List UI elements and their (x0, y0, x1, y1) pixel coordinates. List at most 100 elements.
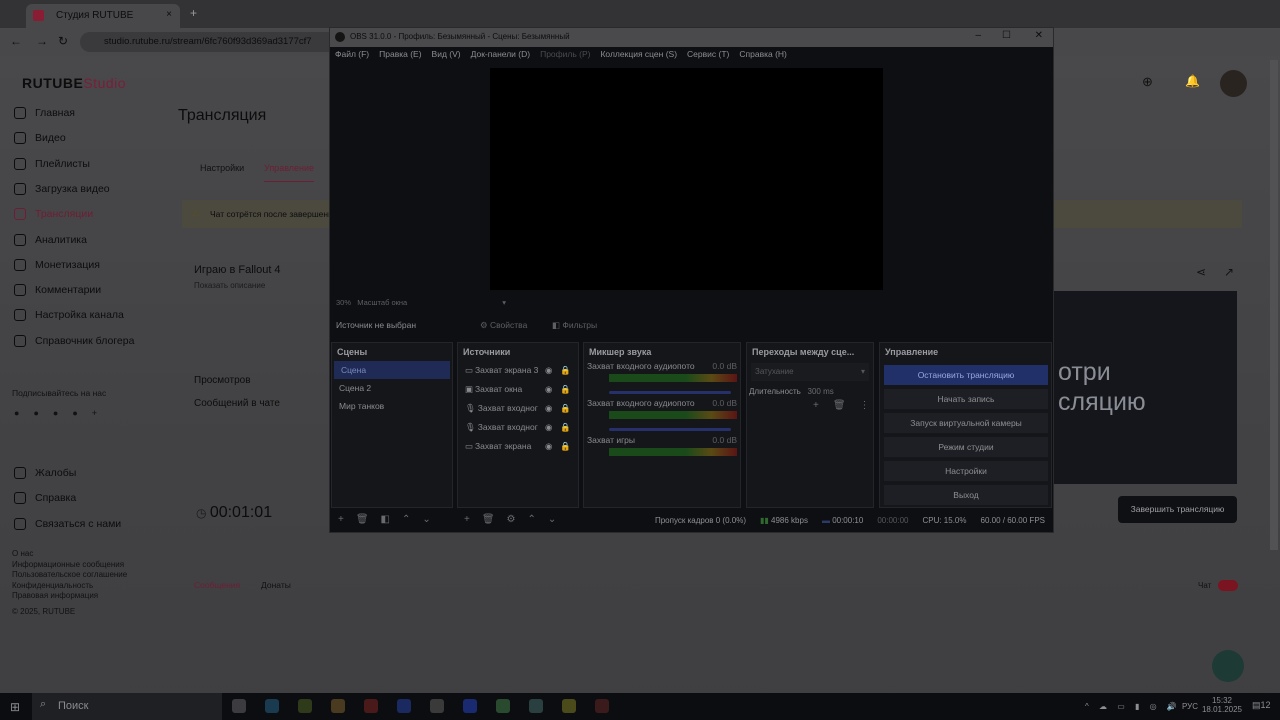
taskbar-app-icon[interactable] (562, 699, 576, 713)
open-external-icon[interactable]: ↗ (1224, 265, 1234, 279)
start-icon[interactable]: ⊞ (10, 700, 20, 714)
taskbar-app-icon[interactable] (595, 699, 609, 713)
bottom-nav-item[interactable]: Жалобы (14, 467, 76, 479)
footer-link[interactable]: Пользовательское соглашение (12, 570, 127, 579)
browser-tab[interactable]: Студия RUTUBE × (26, 4, 180, 28)
taskbar-app-icon[interactable] (397, 699, 411, 713)
source-item[interactable]: ▭ Захват экрана 3 ◉ 🔒 (458, 361, 578, 380)
eye-icon[interactable]: ◉ (545, 422, 552, 433)
eye-icon[interactable]: ◉ (545, 403, 552, 414)
sidebar-item[interactable]: Главная (14, 107, 75, 119)
scene-item[interactable]: Сцена (334, 361, 450, 379)
source-item[interactable]: 🎙 Захват входног ◉ 🔒 (458, 418, 578, 437)
taskbar-app-icon[interactable] (430, 699, 444, 713)
avatar[interactable] (1220, 70, 1247, 97)
social-tg-icon[interactable]: ● (53, 408, 58, 418)
url-input[interactable]: studio.rutube.ru/stream/6fc760f93d369ad3… (80, 32, 340, 52)
exit-button[interactable]: Выход (884, 485, 1048, 505)
share-icon[interactable]: ⋖ (1196, 265, 1206, 279)
obs-menu-item[interactable]: Сервис (T) (687, 49, 729, 63)
taskbar-search[interactable]: ⌕ Поиск (32, 693, 222, 720)
lock-icon[interactable]: 🔒 (560, 403, 571, 414)
volume-slider[interactable] (609, 428, 731, 431)
sidebar-item[interactable]: Загрузка видео (14, 182, 110, 195)
footer-link[interactable]: Информационные сообщения (12, 560, 124, 569)
show-description-link[interactable]: Показать описание (194, 281, 265, 290)
sidebar-item[interactable]: Плейлисты (14, 157, 90, 170)
maximize-icon[interactable]: ☐ (1002, 30, 1011, 41)
add-icon[interactable]: + (813, 400, 819, 411)
bottom-nav-item[interactable]: Связаться с нами (14, 517, 121, 530)
obs-menu-item[interactable]: Правка (E) (379, 49, 421, 63)
minimize-icon[interactable]: – (975, 30, 981, 41)
scene-item[interactable]: Сцена 2 (332, 379, 452, 397)
footer-link[interactable]: Конфиденциальность (12, 581, 93, 590)
obs-menu-item[interactable]: Вид (V) (432, 49, 461, 63)
forward-icon[interactable]: → (36, 34, 48, 48)
source-item[interactable]: 🎙 Захват входног ◉ 🔒 (458, 399, 578, 418)
stream-preview-player[interactable]: отри сляцию (1054, 291, 1237, 484)
obs-menu-item[interactable]: Коллекция сцен (S) (600, 49, 677, 63)
eye-icon[interactable]: ◉ (545, 441, 552, 452)
volume-slider[interactable] (609, 391, 731, 394)
taskbar-app-icon[interactable] (496, 699, 510, 713)
transition-select[interactable]: Затухание ▾ (751, 363, 869, 381)
social-viber-icon[interactable]: ● (72, 408, 77, 418)
upload-icon[interactable]: ⊕ (1142, 74, 1153, 90)
properties-button[interactable]: ⚙ Свойства (480, 320, 527, 331)
close-tab-icon[interactable]: × (166, 9, 172, 20)
eye-icon[interactable]: ◉ (545, 384, 552, 395)
taskbar-app-icon[interactable] (232, 699, 246, 713)
end-stream-button[interactable]: Завершить трансляцию (1118, 496, 1237, 523)
system-tray-icons[interactable]: ^ ☁ ▭ ▮ ◎ 🔊 (1085, 702, 1181, 711)
obs-preview[interactable] (490, 68, 883, 290)
page-scrollbar[interactable] (1270, 60, 1278, 550)
source-item[interactable]: ▣ Захват окна ◉ 🔒 (458, 380, 578, 399)
social-vk-icon[interactable]: ● (14, 408, 19, 418)
rutube-logo[interactable]: RUTUBEStudio (22, 75, 126, 91)
notifications-badge[interactable]: ▤12 (1252, 700, 1271, 711)
lock-icon[interactable]: 🔒 (560, 422, 571, 433)
footer-link[interactable]: О нас (12, 549, 33, 558)
sidebar-item[interactable]: Настройка канала (14, 309, 124, 322)
reload-icon[interactable]: ↻ (58, 34, 68, 48)
sidebar-item[interactable]: Монетизация (14, 258, 100, 271)
taskbar-app-icon[interactable] (463, 699, 477, 713)
back-icon[interactable]: ← (10, 34, 22, 48)
obs-menu-item[interactable]: Док-панели (D) (471, 49, 530, 63)
duration-input[interactable]: 300 ms (808, 387, 834, 396)
new-tab-icon[interactable]: + (190, 6, 197, 20)
social-ok-icon[interactable]: ● (33, 408, 38, 418)
sidebar-item[interactable]: Комментарии (14, 284, 101, 297)
scene-item[interactable]: Мир танков (332, 397, 452, 415)
start-recording-button[interactable]: Начать запись (884, 389, 1048, 409)
zoom-level[interactable]: 30% Масштаб окна ▾ (336, 298, 506, 307)
tab-management[interactable]: Управление (264, 163, 315, 182)
clock[interactable]: 15:32 18.01.2025 (1200, 696, 1244, 714)
studio-mode-button[interactable]: Режим студии (884, 437, 1048, 457)
close-icon[interactable]: ✕ (1035, 30, 1043, 41)
obs-menu-item[interactable]: Справка (H) (739, 49, 787, 63)
notifications-icon[interactable]: 🔔 (1185, 74, 1200, 88)
more-icon[interactable]: ⋮ (860, 400, 870, 411)
obs-menu-item[interactable]: Файл (F) (335, 49, 369, 63)
taskbar-app-icon[interactable] (364, 699, 378, 713)
sidebar-item[interactable]: Трансляции (14, 208, 93, 221)
lock-icon[interactable]: 🔒 (560, 441, 571, 452)
start-virtual-camera-button[interactable]: Запуск виртуальной камеры (884, 413, 1048, 433)
taskbar-app-icon[interactable] (331, 699, 345, 713)
taskbar-app-icon[interactable] (298, 699, 312, 713)
tab-messages[interactable]: Сообщения (194, 580, 240, 590)
sidebar-item[interactable]: Справочник блогера (14, 334, 134, 347)
source-item[interactable]: ▭ Захват экрана ◉ 🔒 (458, 437, 578, 456)
sidebar-item[interactable]: Аналитика (14, 233, 87, 246)
tab-settings[interactable]: Настройки (200, 163, 244, 173)
lock-icon[interactable]: 🔒 (560, 365, 571, 376)
chat-toggle[interactable] (1218, 580, 1238, 591)
settings-button[interactable]: Настройки (884, 461, 1048, 481)
filters-button[interactable]: ◧ Фильтры (552, 320, 597, 331)
support-chat-button[interactable] (1212, 650, 1244, 682)
stop-streaming-button[interactable]: Остановить трансляцию (884, 365, 1048, 385)
eye-icon[interactable]: ◉ (545, 365, 552, 376)
taskbar-app-icon[interactable] (265, 699, 279, 713)
